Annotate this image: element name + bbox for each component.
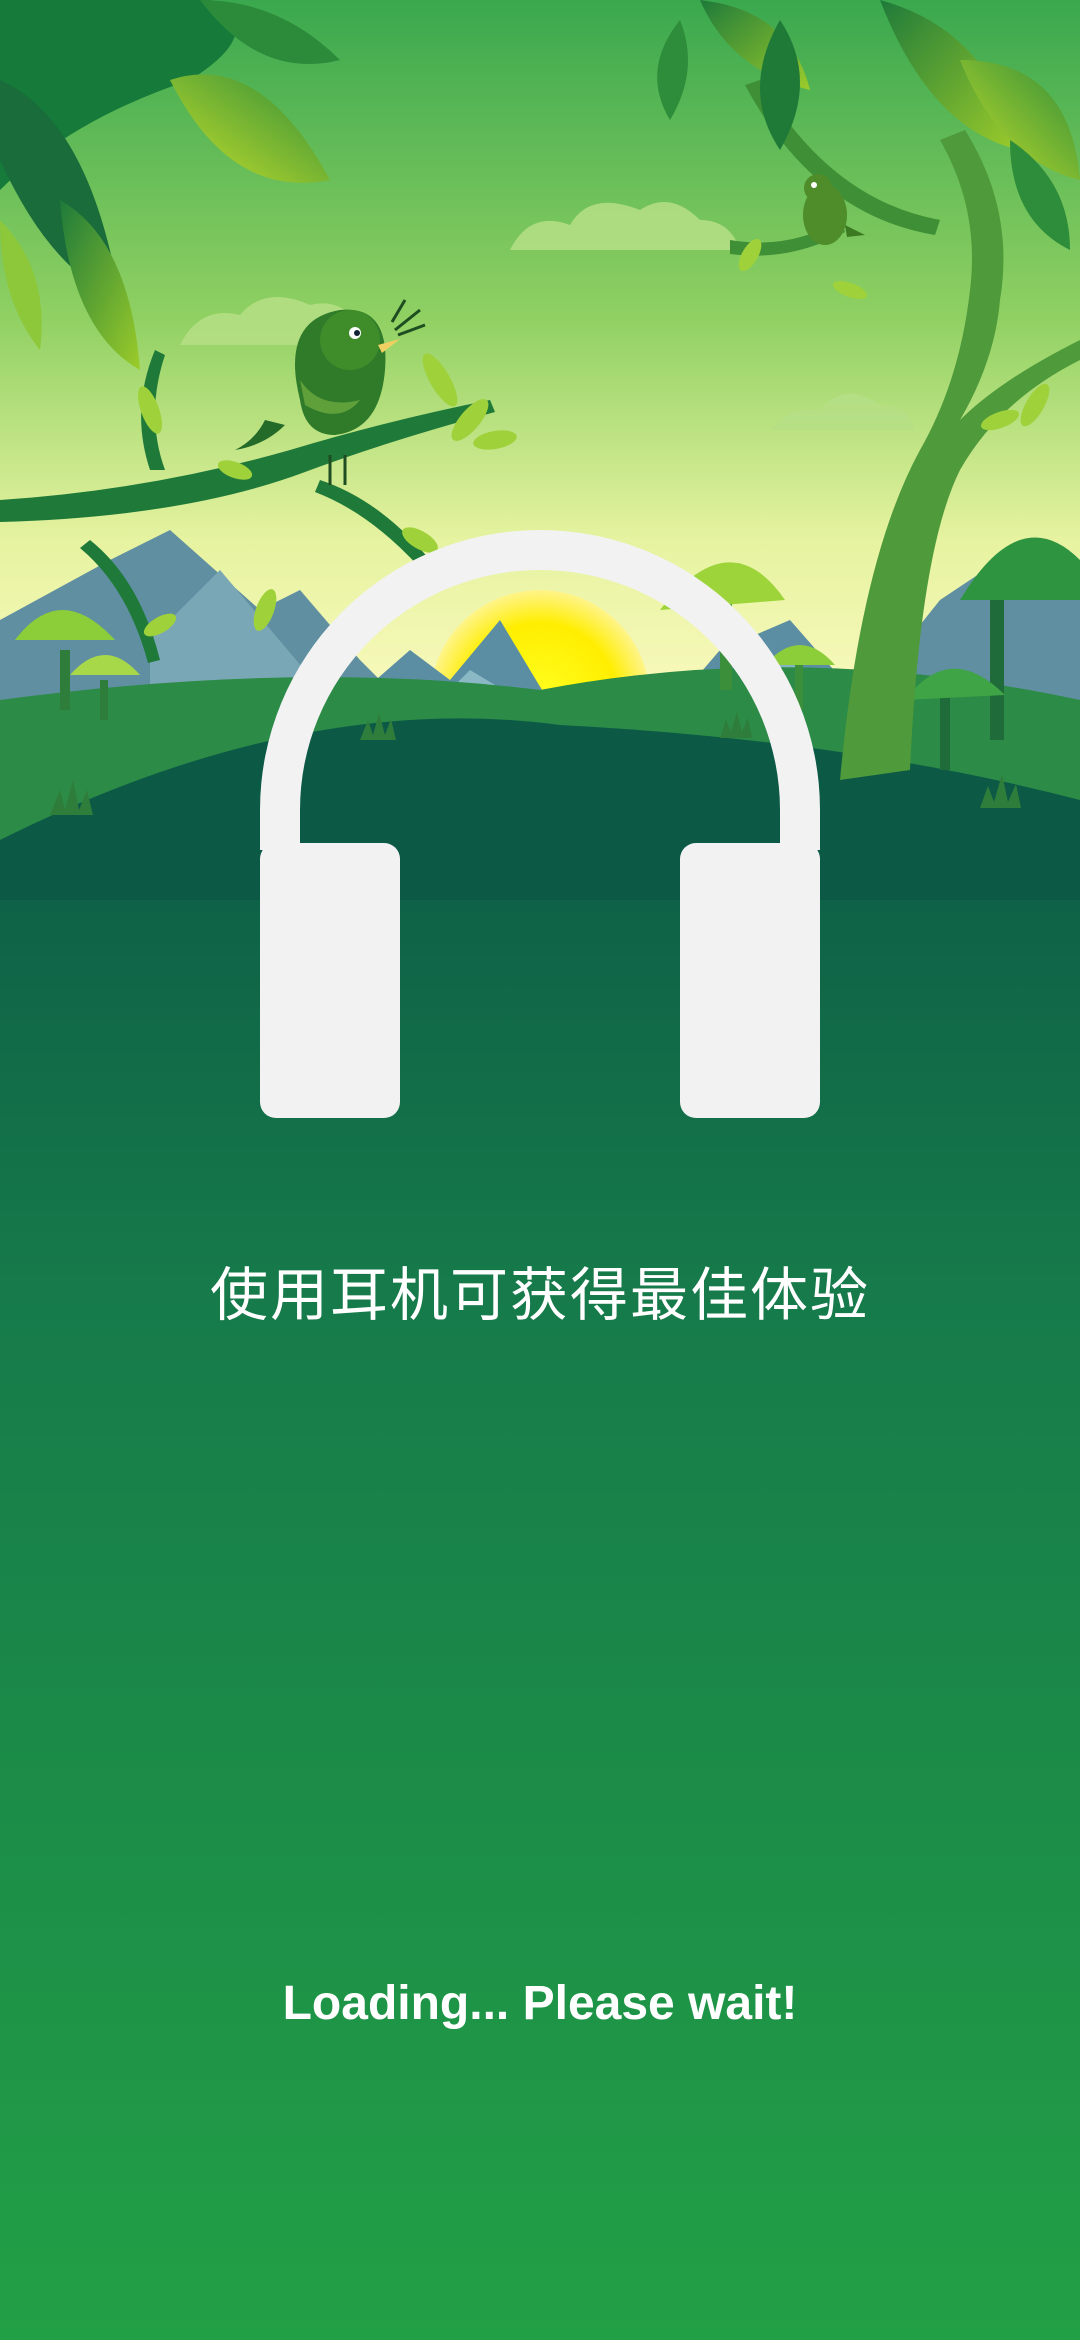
headphones-icon (260, 530, 820, 1118)
headphone-tip-text: 使用耳机可获得最佳体验 (209, 1261, 870, 1329)
splash-screen: 使用耳机可获得最佳体验 Loading... Please wait! (0, 0, 1080, 2340)
loading-text: Loading... Please wait! (282, 1977, 798, 2030)
